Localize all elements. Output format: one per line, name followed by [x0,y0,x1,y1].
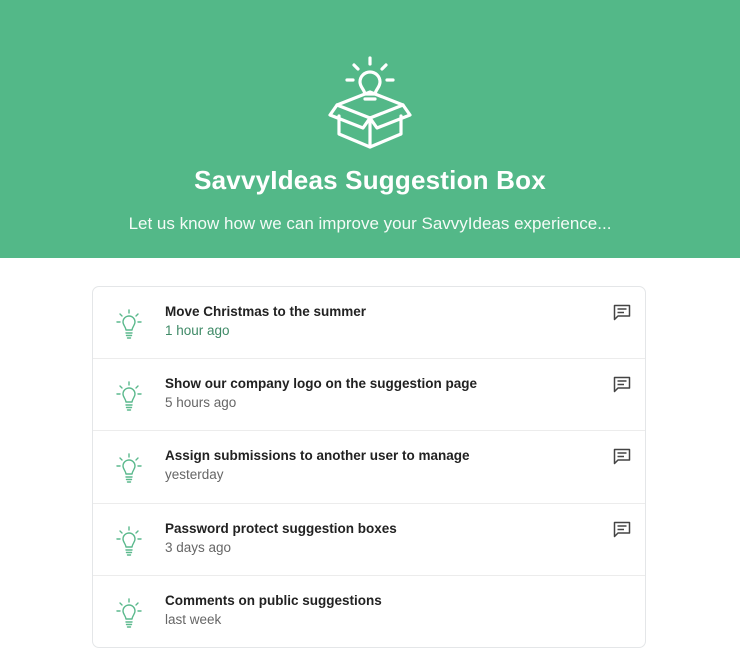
header-banner: SavvyIdeas Suggestion Box Let us know ho… [0,0,740,258]
suggestion-title[interactable]: Comments on public suggestions [165,593,382,608]
suggestion-title[interactable]: Show our company logo on the suggestion … [165,376,477,391]
comment-icon[interactable] [613,304,631,321]
suggestion-time: last week [165,611,222,627]
suggestion-item[interactable]: Move Christmas to the summer 1 hour ago [93,287,645,360]
suggestion-item[interactable]: Comments on public suggestions last week [93,576,645,647]
suggestion-title[interactable]: Password protect suggestion boxes [165,521,397,536]
lightbulb-icon [116,309,142,339]
suggestion-time: yesterday [165,467,224,483]
suggestion-item[interactable]: Assign submissions to another user to ma… [93,431,645,504]
lightbulb-icon [116,453,142,484]
page-subtitle: Let us know how we can improve your Savv… [128,214,612,233]
lightbulb-box-icon [328,56,412,149]
suggestion-time: 1 hour ago [165,323,230,338]
lightbulb-icon [116,381,142,411]
comment-icon[interactable] [613,448,631,465]
suggestion-title[interactable]: Assign submissions to another user to ma… [165,448,470,463]
comment-icon[interactable] [613,521,631,538]
suggestion-item[interactable]: Password protect suggestion boxes 3 days… [93,504,645,576]
lightbulb-icon [116,598,142,628]
suggestion-time: 5 hours ago [165,395,237,411]
suggestion-time: 3 days ago [165,539,232,555]
lightbulb-icon [116,525,142,556]
suggestion-list: Move Christmas to the summer 1 hour ago … [92,286,646,648]
suggestion-title[interactable]: Move Christmas to the summer [165,304,366,319]
comment-icon[interactable] [613,376,631,393]
suggestion-item[interactable]: Show our company logo on the suggestion … [93,359,645,432]
page-title: SavvyIdeas Suggestion Box [194,165,546,195]
